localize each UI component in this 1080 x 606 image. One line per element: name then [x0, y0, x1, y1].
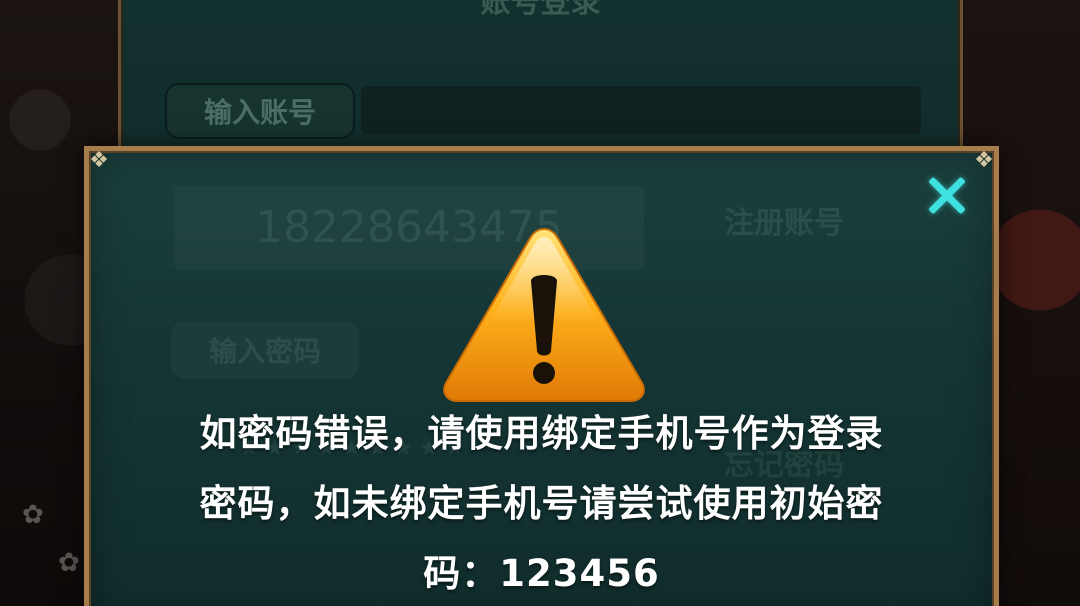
account-label: 输入账号 [165, 83, 355, 139]
alert-dialog: ❖ ❖ 18228643475 注册账号 输入密码 ★★★★★★★★★ 忘记密码 [84, 146, 999, 606]
alert-message-line: 如密码错误，请使用绑定手机号作为登录 [199, 412, 884, 455]
warning-icon [443, 227, 645, 402]
corner-ornament-icon: ❖ [89, 148, 109, 173]
login-title: 账号登录 [480, 0, 601, 20]
account-input[interactable] [361, 86, 921, 134]
login-close-icon[interactable]: ✕ [914, 0, 950, 5]
ghost-register-button: 注册账号 [724, 206, 844, 241]
alert-message: 如密码错误，请使用绑定手机号作为登录 密码，如未绑定手机号请尝试使用初始密 码：… [129, 399, 954, 606]
alert-message-line: 码：123456 [423, 552, 660, 595]
blossom-icon: ✿ [22, 500, 44, 530]
ghost-password-label: 输入密码 [171, 321, 359, 379]
game-screen: ✿ ✿ 账号登录 ✕ 输入账号 ❖ ❖ 18228643475 注册账号 输入密… [0, 0, 1080, 606]
blossom-icon: ✿ [58, 548, 80, 578]
corner-ornament-icon: ❖ [974, 148, 994, 173]
alert-message-line: 密码，如未绑定手机号请尝试使用初始密 [199, 482, 884, 525]
close-icon[interactable] [922, 171, 972, 221]
